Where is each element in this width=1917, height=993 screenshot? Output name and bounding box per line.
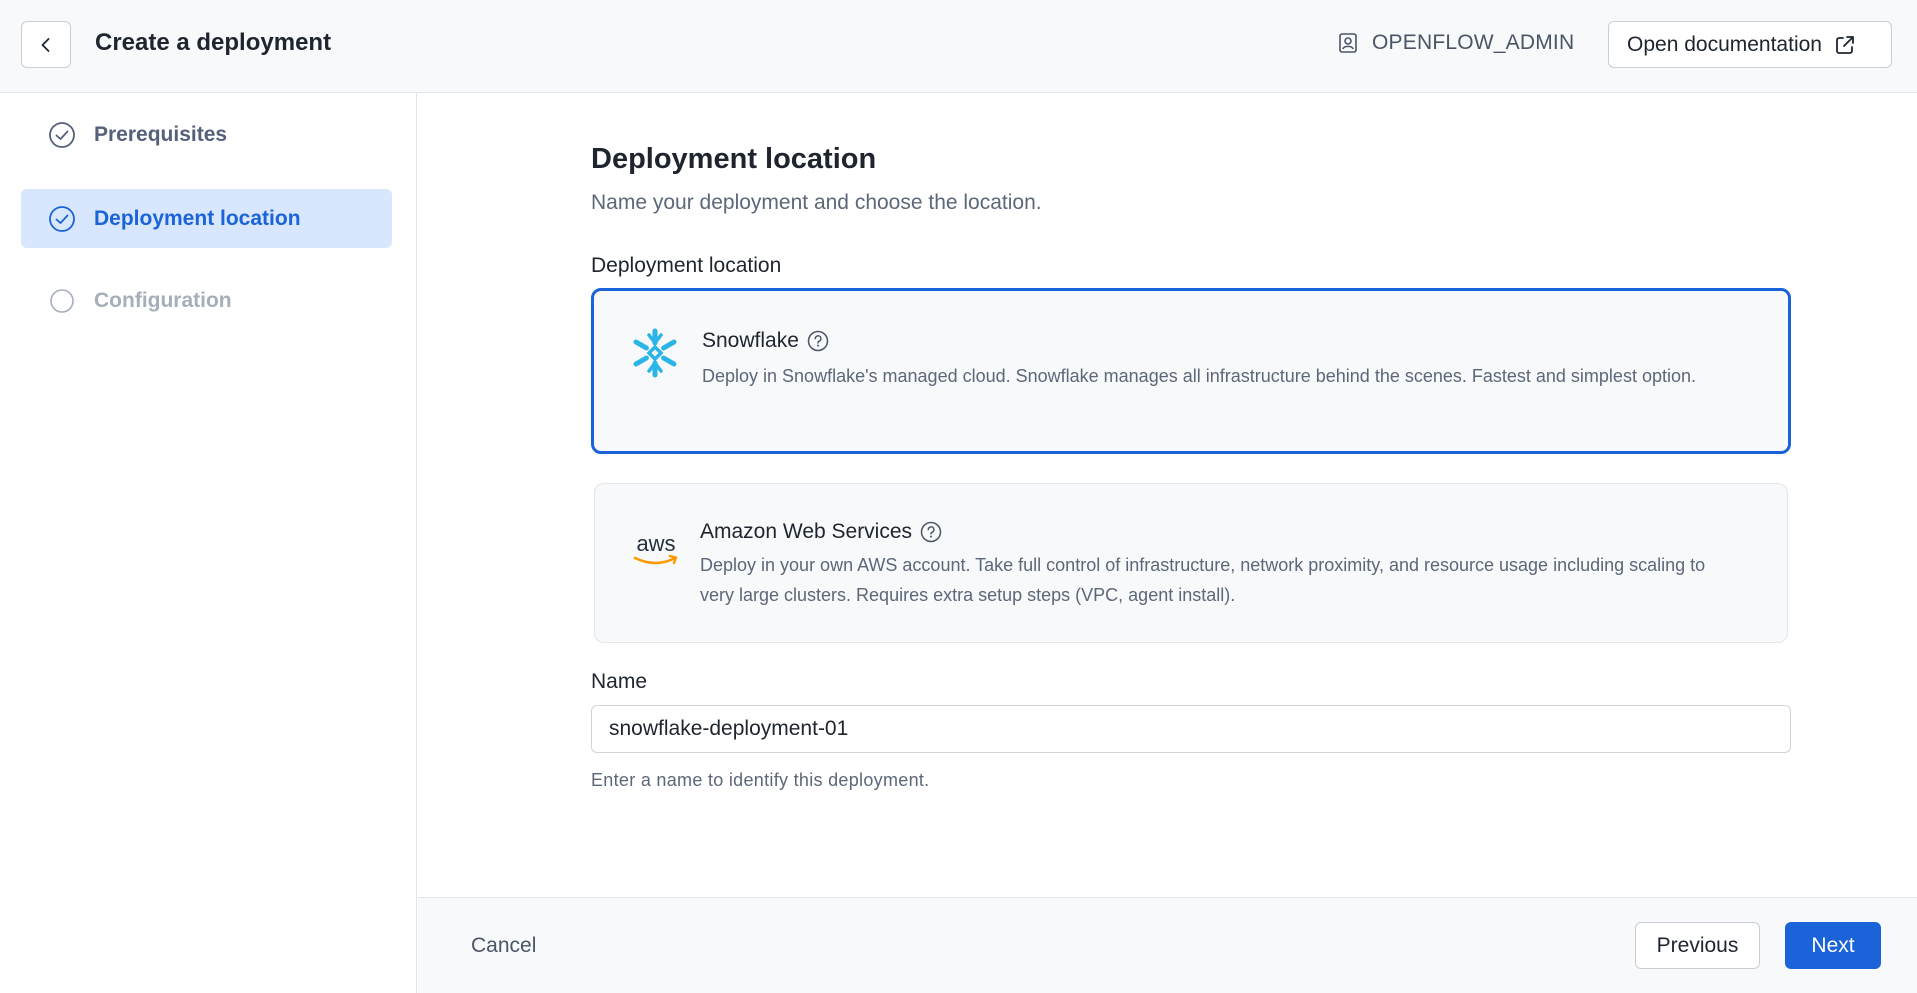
name-label: Name	[591, 670, 648, 693]
page-title: Create a deployment	[95, 29, 332, 56]
option-title-row: Amazon Web Services	[700, 520, 942, 544]
current-user: OPENFLOW_ADMIN	[1338, 27, 1574, 59]
cancel-button[interactable]: Cancel	[471, 934, 536, 958]
step-configuration[interactable]: Configuration	[21, 271, 392, 330]
option-snowflake[interactable]: Snowflake Deploy in Snowflake's managed …	[591, 288, 1791, 454]
step-label: Prerequisites	[94, 122, 228, 146]
step-label: Configuration	[94, 288, 232, 312]
open-documentation-label: Open documentation	[1627, 32, 1822, 56]
snowflake-logo-icon	[633, 328, 677, 378]
back-button[interactable]	[21, 21, 71, 68]
name-input[interactable]	[591, 705, 1791, 753]
main-content: Deployment location Name your deployment…	[418, 93, 1917, 897]
check-circle-icon	[49, 205, 75, 232]
section-title: Deployment location	[591, 143, 877, 175]
option-description: Deploy in your own AWS account. Take ful…	[700, 555, 1706, 605]
option-title: Amazon Web Services	[700, 520, 913, 543]
user-badge-icon	[1339, 33, 1357, 53]
check-circle-icon	[49, 121, 75, 148]
step-prerequisites[interactable]: Prerequisites	[21, 105, 392, 164]
help-icon[interactable]	[920, 521, 942, 543]
aws-logo-text: aws	[636, 531, 675, 556]
steps-sidebar: Prerequisites Deployment location Config…	[0, 93, 417, 993]
user-name: OPENFLOW_ADMIN	[1372, 31, 1575, 54]
open-documentation-button[interactable]: Open documentation	[1608, 21, 1892, 68]
option-description: Deploy in Snowflake's managed cloud. Sno…	[702, 366, 1696, 386]
section-subtitle: Name your deployment and choose the loca…	[591, 191, 1042, 214]
chevron-left-icon	[41, 37, 50, 52]
option-aws[interactable]: aws Amazon Web Services Deploy in your o…	[594, 483, 1788, 643]
deployment-location-label: Deployment location	[591, 254, 782, 277]
previous-button[interactable]: Previous	[1635, 922, 1760, 969]
step-deployment-location[interactable]: Deployment location	[21, 189, 392, 248]
help-icon[interactable]	[807, 330, 829, 352]
option-title-row: Snowflake	[702, 329, 829, 353]
name-helper-text: Enter a name to identify this deployment…	[591, 770, 930, 790]
step-label: Deployment location	[94, 206, 301, 230]
empty-circle-icon	[50, 288, 74, 313]
aws-logo-icon: aws	[633, 531, 678, 565]
top-header: Create a deployment OPENFLOW_ADMIN Open …	[0, 0, 1917, 93]
next-button[interactable]: Next	[1785, 922, 1881, 969]
external-link-icon	[1836, 35, 1854, 54]
option-title: Snowflake	[702, 329, 799, 352]
wizard-footer: Cancel Previous Next	[418, 897, 1917, 993]
